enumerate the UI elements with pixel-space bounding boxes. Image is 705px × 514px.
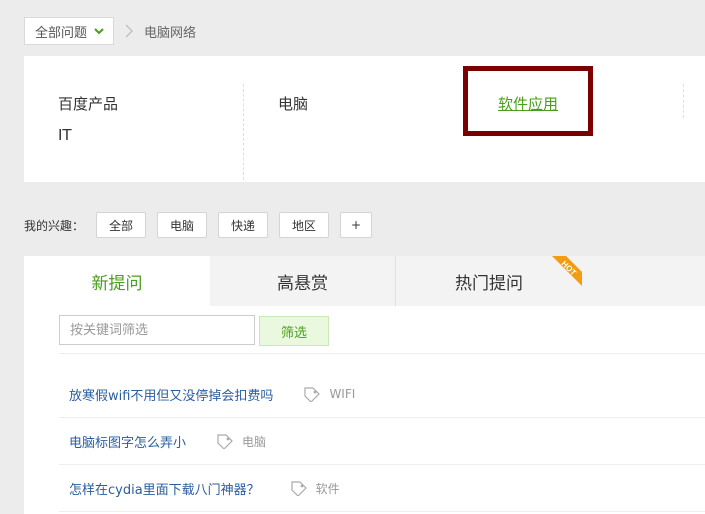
all-questions-dropdown[interactable]: 全部问题	[24, 17, 115, 45]
question-tag-label: 电脑	[242, 434, 267, 449]
tag-icon	[217, 434, 233, 449]
add-interest-button[interactable]: +	[340, 212, 373, 238]
interests-label: 我的兴趣：	[24, 218, 85, 233]
list-item: 怎样在cydia里面下载八门神器？ 软件	[69, 478, 340, 498]
chevron-down-icon	[94, 28, 104, 35]
hot-badge: HOT	[552, 256, 582, 286]
tag-icon	[291, 481, 307, 496]
category-divider	[243, 84, 244, 180]
divider	[59, 511, 705, 512]
divider	[59, 417, 705, 418]
list-item: 放寒假wifi不用但又没停掉会扣费吗 WIFI	[69, 384, 355, 404]
interest-tag-region[interactable]: 地区	[279, 212, 330, 238]
interest-tag-computer[interactable]: 电脑	[157, 212, 208, 238]
category-it[interactable]: IT	[58, 126, 72, 144]
category-divider	[683, 84, 684, 118]
divider	[59, 464, 705, 465]
category-panel: 百度产品 IT 电脑 软件应用	[24, 56, 705, 182]
question-tag[interactable]: 电脑	[216, 433, 266, 450]
question-link[interactable]: 放寒假wifi不用但又没停掉会扣费吗	[69, 385, 273, 404]
divider	[59, 353, 705, 354]
breadcrumb: 全部问题 电脑网络	[24, 16, 196, 46]
keyword-filter-input[interactable]	[59, 315, 255, 345]
tab-high-bounty[interactable]: 高悬赏	[210, 256, 395, 306]
question-tabs: 新提问 高悬赏 热门提问	[24, 256, 705, 306]
category-baidu-products[interactable]: 百度产品	[58, 93, 118, 114]
tab-new-questions[interactable]: 新提问	[24, 256, 210, 306]
category-software-apps[interactable]: 软件应用	[498, 93, 558, 114]
list-item: 电脑标图字怎么弄小 电脑	[69, 431, 266, 451]
question-tag-label: WIFI	[329, 387, 356, 401]
question-list-panel: 筛选 放寒假wifi不用但又没停掉会扣费吗 WIFI 电脑标图字怎么弄小 电脑 …	[24, 306, 705, 514]
interest-tag-express[interactable]: 快递	[218, 212, 269, 238]
tag-icon	[304, 387, 321, 402]
question-link[interactable]: 电脑标图字怎么弄小	[69, 432, 186, 451]
filter-button[interactable]: 筛选	[259, 316, 329, 346]
category-computer[interactable]: 电脑	[278, 93, 308, 114]
question-tag[interactable]: WIFI	[303, 386, 355, 402]
chevron-right-icon	[125, 24, 133, 38]
question-tag-label: 软件	[315, 481, 340, 496]
breadcrumb-current: 电脑网络	[144, 25, 197, 41]
interests-bar: 我的兴趣： 全部 电脑 快递 地区 +	[24, 212, 383, 238]
interest-tag-all[interactable]: 全部	[96, 212, 147, 238]
question-link[interactable]: 怎样在cydia里面下载八门神器？	[69, 479, 260, 498]
question-tag[interactable]: 软件	[290, 480, 340, 497]
all-questions-label: 全部问题	[35, 25, 88, 41]
